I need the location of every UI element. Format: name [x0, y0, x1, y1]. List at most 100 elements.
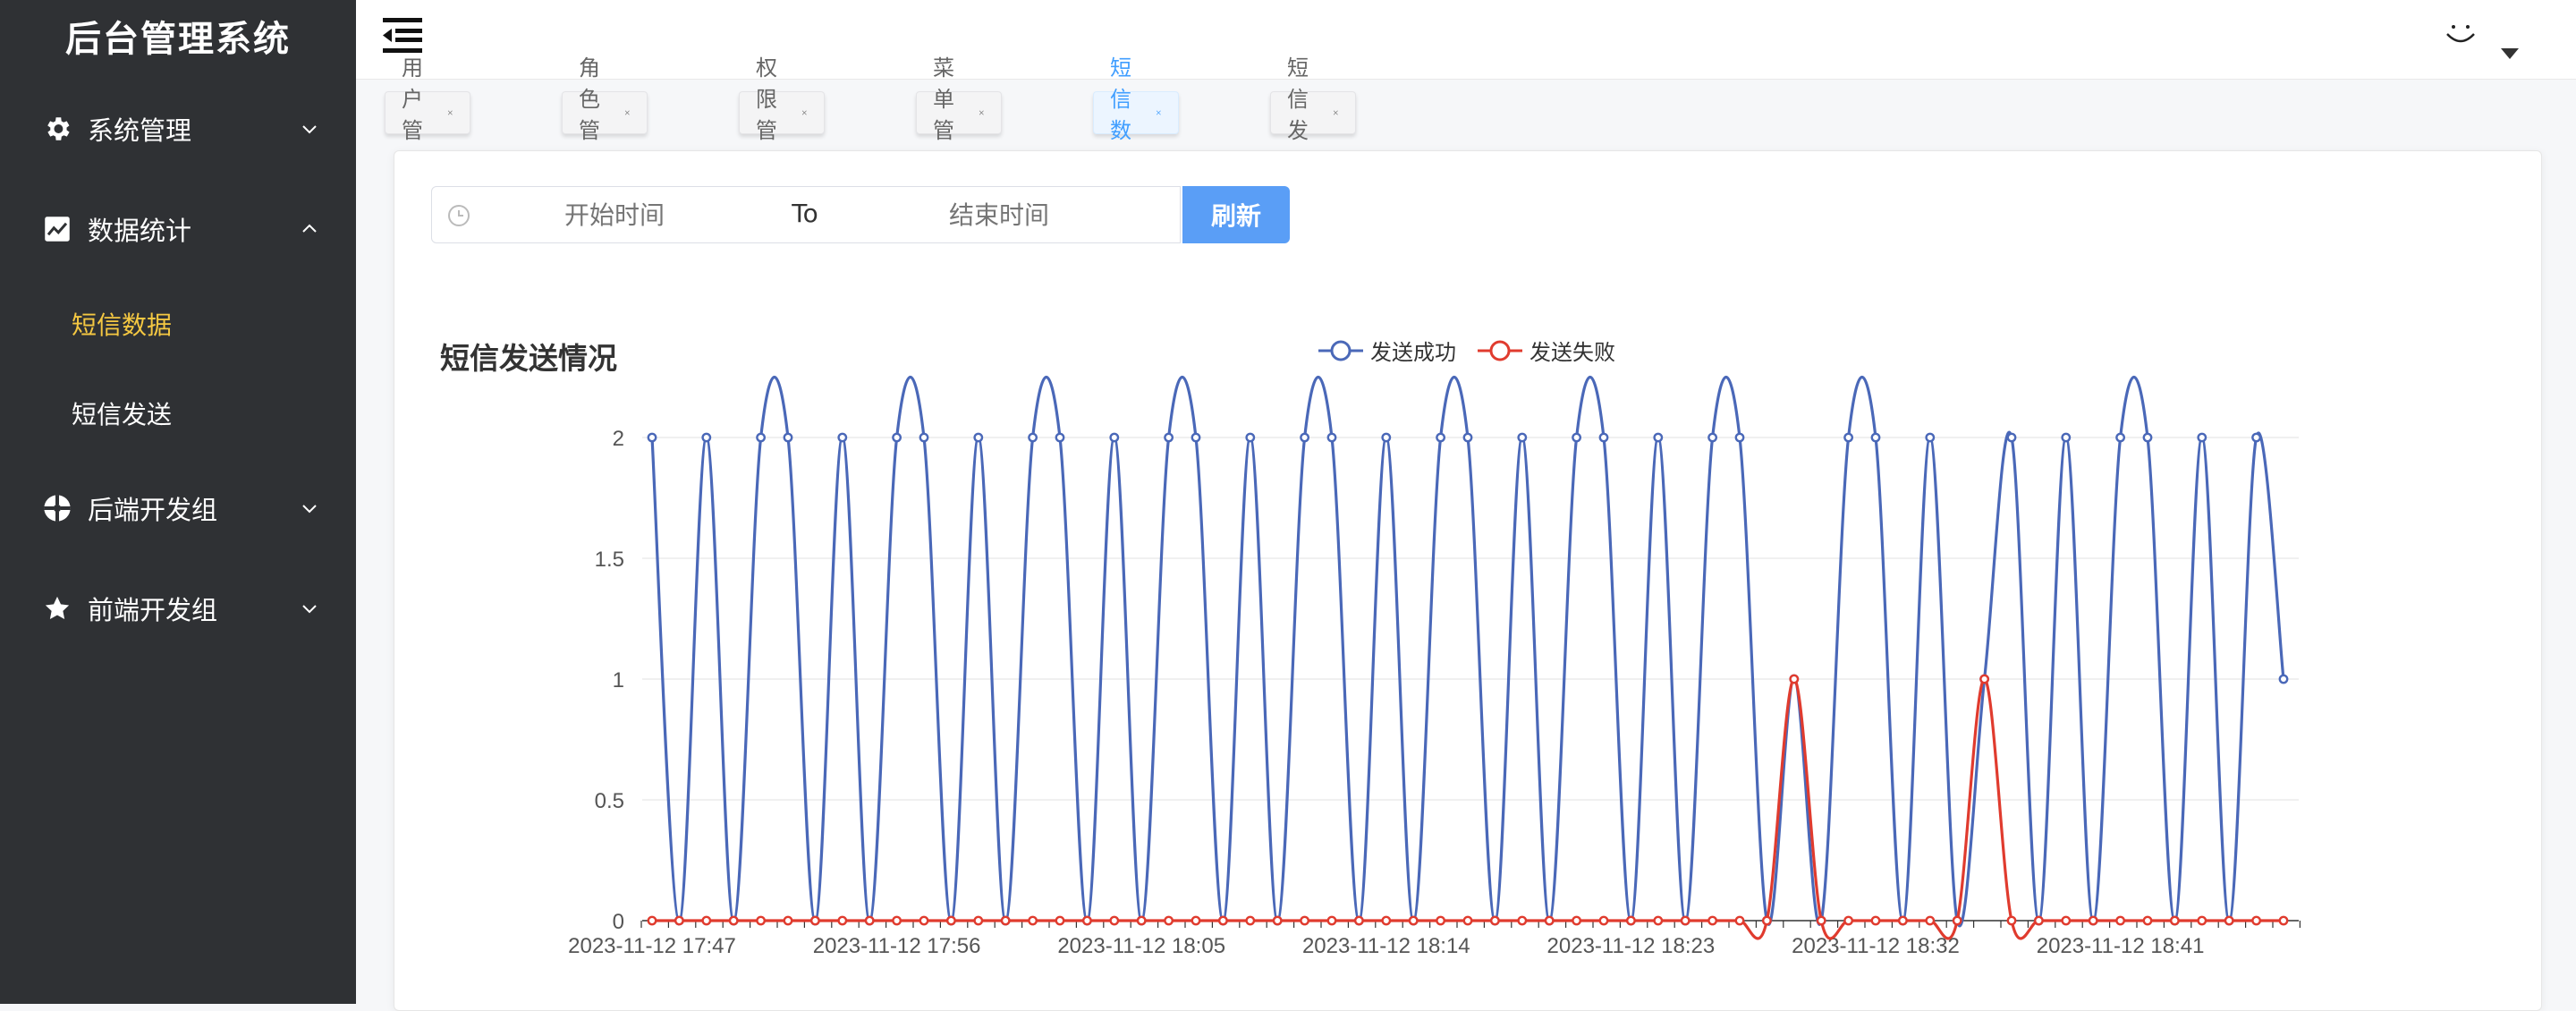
success-point: [1300, 432, 1310, 443]
failure-point: [1326, 915, 1337, 926]
failure-point: [810, 915, 820, 926]
x-tick-label: 2023-11-12 17:56: [813, 934, 981, 958]
success-point: [1326, 432, 1337, 443]
failure-point: [1436, 915, 1446, 926]
line-chart: 0 0.5 1 1.5 2 2023-11-12 17:47 2023-11-12 17:5…: [568, 375, 2301, 958]
success-point: [1164, 432, 1174, 443]
failure-point: [1109, 915, 1120, 926]
failure-point: [2115, 915, 2126, 926]
failure-point: [1164, 915, 1174, 926]
failure-point: [919, 915, 929, 926]
y-tick-label: 0.5: [595, 789, 624, 813]
failure-point: [1762, 915, 1772, 926]
failure-point: [1952, 915, 1962, 926]
x-tick-label: 2023-11-12 18:05: [1057, 934, 1225, 958]
failure-point: [1218, 915, 1228, 926]
failure-point: [973, 915, 984, 926]
success-point: [919, 432, 929, 443]
failure-point: [1789, 674, 1800, 684]
failure-point: [701, 915, 712, 926]
success-point: [1462, 432, 1473, 443]
failure-point: [946, 915, 956, 926]
failure-point: [1979, 674, 1990, 684]
failure-point: [756, 915, 766, 926]
success-point: [1055, 432, 1065, 443]
x-tick-label: 2023-11-12 17:47: [568, 934, 736, 958]
success-point: [2251, 432, 2262, 443]
failure-point: [1734, 915, 1745, 926]
failure-point: [1300, 915, 1310, 926]
failure-point: [2006, 915, 2017, 926]
success-point: [1191, 432, 1201, 443]
failure-point: [1136, 915, 1147, 926]
failure-point: [1626, 915, 1636, 926]
failure-point: [1354, 915, 1364, 926]
failure-point: [2088, 915, 2098, 926]
success-point: [2142, 432, 2153, 443]
failure-point: [1544, 915, 1555, 926]
failure-point: [1707, 915, 1718, 926]
success-point: [892, 432, 902, 443]
failure-point: [647, 915, 657, 926]
failure-point: [864, 915, 875, 926]
success-point: [1517, 432, 1528, 443]
x-tick-label: 2023-11-12 18:41: [2037, 934, 2205, 958]
success-point: [1436, 432, 1446, 443]
success-point: [783, 432, 793, 443]
y-tick-label: 1: [613, 668, 624, 692]
failure-point: [1381, 915, 1392, 926]
success-point: [2006, 432, 2017, 443]
series-failure-line: [652, 677, 2284, 940]
failure-point: [1245, 915, 1256, 926]
failure-point: [2033, 915, 2044, 926]
failure-point: [1490, 915, 1500, 926]
failure-point: [1598, 915, 1609, 926]
success-point: [1870, 432, 1881, 443]
success-point: [1245, 432, 1256, 443]
failure-point: [1272, 915, 1283, 926]
success-point: [2061, 432, 2072, 443]
y-tick-label: 2: [613, 427, 624, 451]
failure-point: [1028, 915, 1038, 926]
success-point: [1925, 432, 1936, 443]
failure-point: [1572, 915, 1582, 926]
failure-point: [1408, 915, 1419, 926]
failure-point: [1897, 915, 1908, 926]
failure-point: [1680, 915, 1690, 926]
failure-point: [2278, 915, 2289, 926]
success-point: [1109, 432, 1120, 443]
failure-point: [2224, 915, 2234, 926]
success-point: [2115, 432, 2126, 443]
success-point: [1028, 432, 1038, 443]
x-tick-label: 2023-11-12 18:23: [1547, 934, 1716, 958]
success-point: [1572, 432, 1582, 443]
failure-point: [1191, 915, 1201, 926]
success-point: [973, 432, 984, 443]
failure-point: [674, 915, 684, 926]
x-tick-label: 2023-11-12 18:32: [1792, 934, 1960, 958]
success-point: [1598, 432, 1609, 443]
success-point: [2278, 674, 2289, 684]
failure-point: [1517, 915, 1528, 926]
y-tick-label: 1.5: [595, 548, 624, 572]
success-point: [756, 432, 766, 443]
x-tick-label: 2023-11-12 18:14: [1302, 934, 1470, 958]
failure-point: [1653, 915, 1664, 926]
success-point: [1707, 432, 1718, 443]
failure-point: [1925, 915, 1936, 926]
failure-point: [2251, 915, 2262, 926]
failure-point: [2169, 915, 2180, 926]
success-point: [1653, 432, 1664, 443]
success-point: [647, 432, 657, 443]
failure-point: [1082, 915, 1092, 926]
failure-point: [1816, 915, 1826, 926]
failure-point: [892, 915, 902, 926]
failure-point: [728, 915, 739, 926]
failure-point: [783, 915, 793, 926]
failure-point: [1843, 915, 1854, 926]
failure-point: [1055, 915, 1065, 926]
failure-point: [837, 915, 848, 926]
failure-point: [2061, 915, 2072, 926]
success-point: [701, 432, 712, 443]
y-tick-label: 0: [613, 910, 624, 934]
